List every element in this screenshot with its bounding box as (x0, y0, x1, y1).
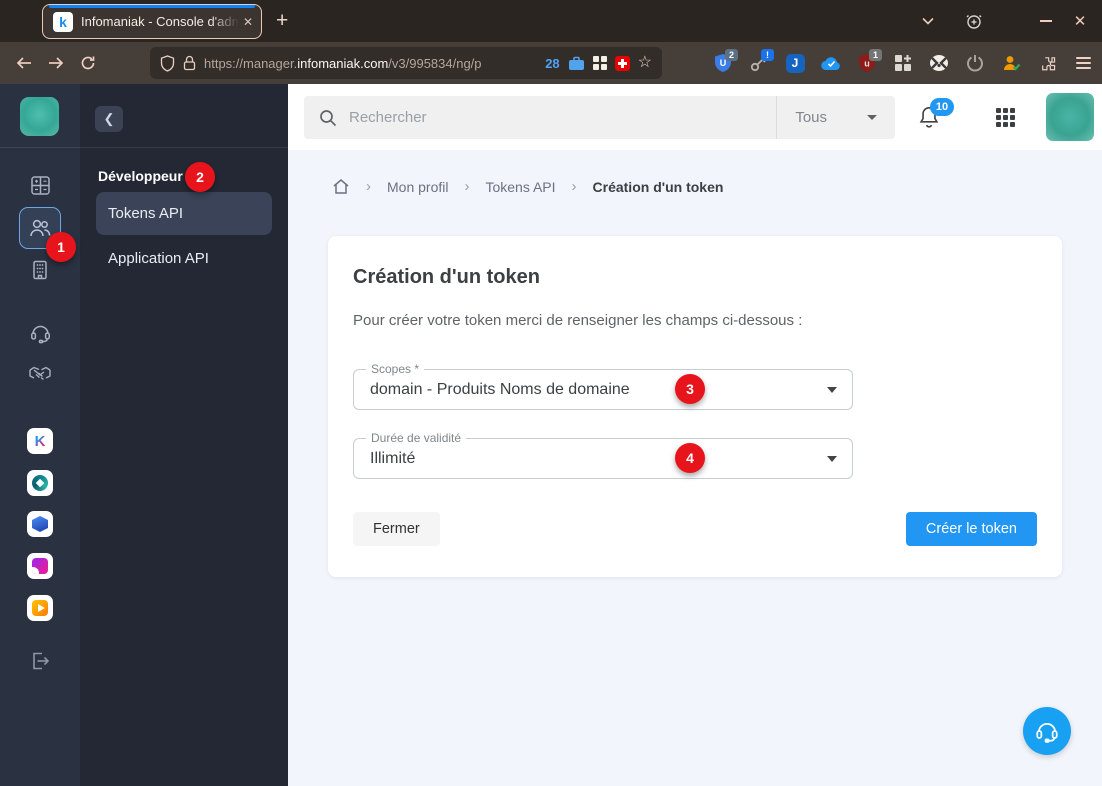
user-avatar[interactable] (1046, 93, 1094, 141)
swiss-flag-icon[interactable] (614, 55, 630, 71)
token-creation-card: Création d'un token Pour créer votre tok… (328, 236, 1062, 577)
search-bar[interactable]: Tous (304, 96, 895, 139)
search-filter-value: Tous (795, 109, 827, 126)
briefcase-icon[interactable] (568, 56, 585, 71)
kmeet-app-icon[interactable] (27, 553, 53, 579)
annotation-badge-3: 3 (675, 374, 705, 404)
sidebar-collapse-button[interactable]: ❮ (95, 106, 123, 132)
ksuite-app-icon[interactable]: K (27, 428, 53, 454)
back-icon[interactable] (8, 47, 40, 79)
infomaniak-favicon: k (53, 11, 73, 32)
apps-grid-icon[interactable] (996, 108, 1015, 127)
annotation-badge-4: 4 (675, 443, 705, 473)
joplin-extension-icon[interactable]: J (784, 52, 806, 74)
minimize-button[interactable] (1034, 9, 1058, 33)
breadcrumb: › Mon profil › Tokens API › Création d'u… (332, 178, 723, 195)
privacy-badger-extension-icon[interactable] (928, 52, 950, 74)
organization-building-icon[interactable] (0, 259, 80, 281)
site-header: Tous 10 (288, 84, 1102, 150)
section-title: Développeur (98, 168, 183, 184)
account-profile-icon[interactable] (1000, 52, 1022, 74)
window-close-button[interactable]: ✕ (1068, 9, 1092, 33)
notification-count-badge: 10 (930, 98, 954, 116)
annotation-badge-2: 2 (185, 162, 215, 192)
extension-toolbar: U 2 ! J u 1 (712, 42, 1094, 84)
lock-icon[interactable] (183, 55, 196, 71)
titlebar: k Infomaniak - Console d'adm ✕ + ✕ (0, 0, 1102, 42)
products-icon[interactable] (0, 174, 80, 197)
reload-icon[interactable] (72, 47, 104, 79)
new-tab-button[interactable]: + (276, 6, 288, 36)
annotation-badge-1: 1 (46, 232, 76, 262)
sidebar-item-application-api[interactable]: Application API (96, 237, 272, 280)
validity-value: Illimité (370, 449, 416, 467)
key-extension-icon[interactable]: ! (748, 49, 774, 74)
grid-plus-extension-icon[interactable] (892, 52, 914, 74)
tracking-shield-icon[interactable] (160, 54, 175, 72)
notifications-bell-icon[interactable]: 10 (916, 98, 954, 132)
create-token-button[interactable]: Créer le token (905, 512, 1037, 546)
sidebar-item-tokens-api[interactable]: Tokens API (96, 192, 272, 235)
kchat-app-icon[interactable] (27, 511, 53, 537)
breadcrumb-separator: › (464, 178, 470, 195)
ublock-extension-icon[interactable]: u 1 (856, 49, 882, 74)
headset-icon (1036, 722, 1058, 743)
menu-hamburger-icon[interactable] (1072, 52, 1094, 74)
power-extension-icon[interactable] (964, 52, 986, 74)
search-icon (320, 109, 337, 126)
tab-counter-badge[interactable]: 28 (545, 56, 559, 71)
select-caret-icon (827, 387, 837, 393)
split-view-icon[interactable] (592, 56, 607, 70)
url-bar[interactable]: https://manager.infomaniak.com/v3/995834… (150, 47, 662, 79)
card-description: Pour créer votre token merci de renseign… (353, 312, 803, 329)
scopes-value: domain - Produits Noms de domaine (370, 380, 630, 398)
validity-select[interactable]: Durée de validité Illimité (353, 431, 853, 479)
partnership-handshake-icon[interactable] (0, 365, 80, 383)
bookmark-star-icon[interactable]: ☆ (638, 55, 652, 71)
kdrive-app-icon[interactable] (27, 470, 53, 496)
alarm-clock-extension-icon[interactable] (962, 9, 986, 33)
close-button[interactable]: Fermer (353, 512, 440, 546)
card-title: Création d'un token (353, 266, 540, 288)
breadcrumb-separator: › (366, 178, 371, 195)
active-tab-indicator (49, 5, 255, 8)
breadcrumb-separator: › (571, 178, 577, 195)
breadcrumb-mon-profil[interactable]: Mon profil (387, 179, 448, 195)
support-fab[interactable] (1023, 707, 1071, 755)
blue-shield-extension-icon[interactable]: U 2 (712, 49, 738, 74)
browser-tab[interactable]: k Infomaniak - Console d'adm ✕ (42, 4, 262, 39)
organization-avatar[interactable] (20, 97, 59, 136)
scopes-select[interactable]: Scopes * domain - Produits Noms de domai… (353, 362, 853, 410)
logout-icon[interactable] (0, 650, 80, 672)
secondary-sidebar: ❮ Développeur Tokens API Application API (80, 84, 288, 786)
vod-app-icon[interactable] (27, 595, 53, 621)
chevron-down-icon (867, 115, 877, 120)
forward-icon[interactable] (40, 47, 72, 79)
support-headset-icon[interactable] (0, 322, 80, 344)
primary-sidebar: K (0, 84, 80, 786)
search-input[interactable] (349, 109, 777, 126)
breadcrumb-current: Création d'un token (592, 178, 724, 195)
tab-close-icon[interactable]: ✕ (243, 15, 253, 29)
tab-list-chevron-icon[interactable] (916, 9, 940, 33)
select-caret-icon (827, 456, 837, 462)
tab-title: Infomaniak - Console d'adm (81, 14, 239, 29)
breadcrumb-tokens-api[interactable]: Tokens API (485, 179, 555, 195)
browser-window: k Infomaniak - Console d'adm ✕ + ✕ https… (0, 0, 1102, 786)
url-text: https://manager.infomaniak.com/v3/995834… (204, 55, 482, 71)
extensions-puzzle-icon[interactable] (1036, 52, 1058, 74)
cloud-extension-icon[interactable] (820, 52, 842, 74)
home-icon[interactable] (332, 178, 350, 195)
search-filter-dropdown[interactable]: Tous (776, 96, 895, 139)
